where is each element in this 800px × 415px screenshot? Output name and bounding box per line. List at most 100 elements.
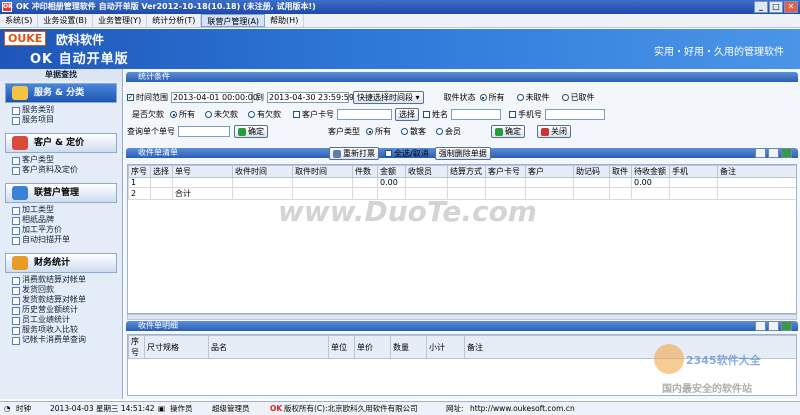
ok-logo-icon: OK <box>270 404 283 413</box>
status-bar: ◔ 时钟 2013-04-03 星期三 14:51:42 ▣ 操作员 超级管理员… <box>0 401 800 415</box>
pickup-not-radio[interactable] <box>516 94 524 101</box>
title-bar: OK OK 冲印相册管理软件 自动开单版 Ver2012-10-18(10.18… <box>0 0 800 14</box>
maximize-button[interactable]: □ <box>769 1 783 13</box>
close-button[interactable]: ✕ <box>784 1 798 13</box>
ctype-member-radio[interactable] <box>436 128 443 135</box>
close-icon <box>541 127 549 136</box>
sidebar-item-revenue-history[interactable]: 历史营业额统计 <box>0 305 122 315</box>
select-all-checkbox[interactable] <box>385 150 392 157</box>
sidebar-item-consumption-statement[interactable]: 消费款结算对帐单 <box>0 275 122 285</box>
banner: OUKE 欧科软件 OK 自动开单版 实用・好用・久用的管理软件 <box>0 29 800 69</box>
horizontal-scrollbar[interactable] <box>127 314 797 320</box>
menu-help[interactable]: 帮助(H) <box>265 14 305 27</box>
logo-brand: OUKE <box>4 31 47 46</box>
app-icon: OK <box>2 2 13 12</box>
close-panel-button[interactable]: 关闭 <box>537 125 571 138</box>
slogan: 实用・好用・久用的管理软件 <box>654 47 784 58</box>
name-checkbox[interactable] <box>423 111 430 118</box>
sidebar-item-income-compare[interactable]: 服务项收入比较 <box>0 325 122 335</box>
name-input[interactable] <box>451 109 501 120</box>
site-label: 网址: <box>446 404 464 413</box>
logo-name: 欧科软件 <box>56 33 105 47</box>
check-icon <box>238 127 246 136</box>
window-title: OK 冲印相册管理软件 自动开单版 Ver2012-10-18(10.18) (… <box>16 2 316 11</box>
orders-grid: 序号 选择 单号 收件时间 取件时间 件数 金额 收银员 结算方式 客户卡号 客户 助记码 取件 待收金额… <box>127 164 797 314</box>
single-order-input[interactable] <box>178 126 230 137</box>
sidebar-item-square-price[interactable]: 加工平方价 <box>0 225 122 235</box>
customer-card-checkbox[interactable] <box>293 111 300 118</box>
sidebar-item-shipping-statement[interactable]: 发货款结算对帐单 <box>0 295 122 305</box>
debt-none-radio[interactable] <box>205 111 212 118</box>
menu-system[interactable]: 系统(S) <box>0 14 39 27</box>
force-delete-button[interactable]: 强制删除单据 <box>434 147 491 160</box>
watermark-2345: 2345软件大全 国内最安全的软件站 <box>650 338 798 398</box>
pickup-status-label: 取件状态 <box>443 93 476 102</box>
menu-statistics[interactable]: 统计分析(T) <box>147 14 202 27</box>
choose-button[interactable]: 选择 <box>395 108 419 121</box>
menu-business-management[interactable]: 业务管理(Y) <box>93 14 148 27</box>
sidebar-item-card-consumption[interactable]: 记帐卡消费单查询 <box>0 335 122 345</box>
time-range-checkbox[interactable]: ✓ <box>127 94 134 101</box>
ctype-all-radio[interactable] <box>366 128 373 135</box>
joint-operator-icon <box>12 186 28 200</box>
export-excel-icon[interactable] <box>781 148 792 158</box>
logo-subtitle: OK 自动开单版 <box>30 52 129 67</box>
sidebar-item-processing-type[interactable]: 加工类型 <box>0 205 122 215</box>
sidebar-item-customer-type[interactable]: 客户类型 <box>0 155 122 165</box>
sidebar-item-shipping-payment[interactable]: 发货回款 <box>0 285 122 295</box>
orders-header-row: 序号 选择 单号 收件时间 取件时间 件数 金额 收银员 结算方式 客户卡号 客户 助记码 取件 待收金额… <box>128 165 796 178</box>
category-customer[interactable]: 客户 & 定价 <box>5 133 117 153</box>
category-joint-operator[interactable]: 联营户管理 <box>5 183 117 203</box>
operator-icon: ▣ <box>158 404 166 413</box>
clock-label: 时钟 <box>16 404 31 413</box>
reprint-button[interactable]: 重新打票 <box>329 147 379 160</box>
customer-icon <box>12 136 28 150</box>
ctype-walkin-radio[interactable] <box>401 128 408 135</box>
sidebar-item-staff-performance[interactable]: 员工业绩统计 <box>0 315 122 325</box>
check-icon <box>495 127 503 136</box>
export-excel-icon[interactable] <box>781 321 792 331</box>
confirm-button-2[interactable]: 确定 <box>491 125 525 138</box>
customer-card-input[interactable] <box>337 109 392 120</box>
watermark-text: www.DuoTe.com <box>278 195 537 228</box>
phone-input[interactable] <box>545 109 605 120</box>
category-finance[interactable]: 财务统计 <box>5 253 117 273</box>
print-icon[interactable] <box>768 148 779 158</box>
finance-icon <box>12 256 28 270</box>
filter-section-header: 统计条件 <box>126 72 798 82</box>
print-icon <box>333 149 341 158</box>
sidebar-item-service-category[interactable]: 服务类别 <box>0 105 122 115</box>
site-url[interactable]: http://www.oukesoft.com.cn <box>470 402 575 415</box>
pickup-all-radio[interactable] <box>479 94 487 101</box>
menu-business-settings[interactable]: 业务设置(B) <box>38 14 94 27</box>
debt-all-radio[interactable] <box>170 111 177 118</box>
category-service[interactable]: 服务 & 分类 <box>5 83 117 103</box>
zoom-icon[interactable] <box>755 321 766 331</box>
minimize-button[interactable]: _ <box>754 1 768 13</box>
quick-time-button[interactable]: 快捷选择时间段 ▾ <box>353 91 424 104</box>
sidebar-item-auto-scan[interactable]: 自动扫描开单 <box>0 235 122 245</box>
sidebar-item-customer-pricing[interactable]: 客户资料及定价 <box>0 165 122 175</box>
single-order-label: 查询单个单号 <box>127 127 175 136</box>
details-section-header: 收件单明细 <box>126 321 798 331</box>
zoom-icon[interactable] <box>755 148 766 158</box>
status-datetime: 2013-04-03 星期三 14:51:42 <box>50 404 155 413</box>
pickup-done-radio[interactable] <box>561 94 569 101</box>
time-range-label: 时间范围 <box>136 93 168 102</box>
app-window: OK OK 冲印相册管理软件 自动开单版 Ver2012-10-18(10.18… <box>0 0 800 415</box>
operator-value: 超级管理员 <box>212 404 250 413</box>
debt-label: 是否欠款 <box>132 110 164 119</box>
clock-icon: ◔ <box>4 404 11 413</box>
orders-toolbar <box>755 148 792 158</box>
table-row[interactable]: 1 0.00 0.00 <box>128 177 796 188</box>
date-from-input[interactable]: 2013-04-01 00:00:00 <box>171 92 258 103</box>
phone-checkbox[interactable] <box>509 111 516 118</box>
details-toolbar <box>755 321 792 331</box>
date-to-input[interactable]: 2013-04-30 23:59:59 <box>267 92 354 103</box>
menu-joint-operator[interactable]: 联营户管理(A) <box>201 14 266 27</box>
debt-yes-radio[interactable] <box>248 111 255 118</box>
sidebar-item-paper-brand[interactable]: 相纸品牌 <box>0 215 122 225</box>
print-icon[interactable] <box>768 321 779 331</box>
confirm-button[interactable]: 确定 <box>234 125 268 138</box>
sidebar-item-service-items[interactable]: 服务项目 <box>0 115 122 125</box>
